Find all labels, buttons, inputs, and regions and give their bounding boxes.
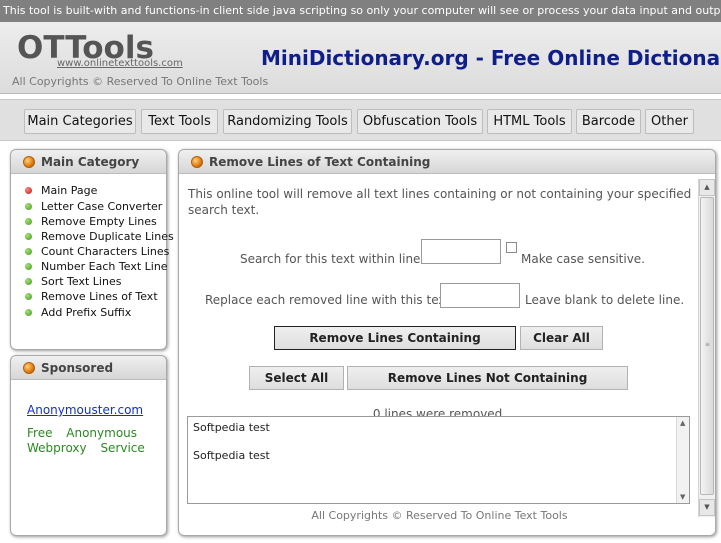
orange-orb-icon: [191, 156, 203, 168]
green-dot-icon: [25, 217, 32, 225]
sponsored-title: Sponsored: [41, 361, 114, 375]
grip-icon: ≡: [705, 341, 711, 348]
header-copyright: All Copyrights © Reserved To Online Text…: [12, 75, 269, 88]
nav-obfuscation-tools[interactable]: Obfuscation Tools: [357, 109, 483, 134]
replace-input[interactable]: [440, 283, 520, 308]
scroll-down-arrow-icon[interactable]: ▼: [680, 493, 685, 501]
sponsored-panel: Sponsored Anonymouster.com Free Anonymou…: [10, 355, 167, 536]
search-label: Search for this text within lines: [240, 252, 427, 266]
main-category-panel: Main Category Main Page Letter Case Conv…: [10, 149, 174, 350]
js-notice-bar: This tool is built-with and functions-in…: [0, 0, 721, 22]
tool-title: Remove Lines of Text Containing: [209, 155, 431, 169]
nav-other[interactable]: Other: [645, 109, 694, 134]
text-line: Softpedia test: [193, 421, 270, 434]
green-dot-icon: [25, 262, 32, 270]
remove-lines-containing-button[interactable]: Remove Lines Containing: [274, 326, 516, 350]
page-scroll-thumb[interactable]: ≡: [700, 197, 714, 495]
nav-html-tools[interactable]: HTML Tools: [487, 109, 572, 134]
sponsored-text[interactable]: Free Anonymous Webproxy Service: [27, 426, 147, 456]
sidebar-item-add-prefix[interactable]: Add Prefix Suffix: [25, 306, 131, 320]
site-title-link[interactable]: MiniDictionary.org - Free Online Diction…: [261, 46, 721, 70]
sidebar-item-main-page[interactable]: Main Page: [25, 184, 97, 198]
sponsored-link[interactable]: Anonymouster.com: [27, 403, 143, 417]
scroll-up-arrow-icon[interactable]: ▲: [680, 419, 685, 427]
green-dot-icon: [25, 292, 32, 300]
case-sensitive-label: Make case sensitive.: [521, 252, 645, 266]
green-dot-icon: [25, 202, 32, 210]
main-navbar: Main Categories Text Tools Randomizing T…: [0, 99, 721, 141]
site-header: OTTools www.onlinetexttools.com All Copy…: [0, 22, 721, 94]
tool-intro: This online tool will remove all text li…: [188, 187, 692, 217]
page-scroll-up-icon[interactable]: ▲: [699, 179, 715, 196]
select-all-button[interactable]: Select All: [249, 366, 344, 390]
nav-barcode[interactable]: Barcode: [576, 109, 641, 134]
replace-label: Replace each removed line with this text: [205, 293, 451, 307]
page-scrollbar[interactable]: ▲ ≡ ▼: [698, 179, 715, 517]
orange-orb-icon: [23, 156, 35, 168]
tool-footer-copyright: All Copyrights © Reserved To Online Text…: [311, 509, 568, 522]
text-input-area[interactable]: Softpedia test Softpedia test ▲ ▼: [187, 416, 690, 504]
clear-all-button[interactable]: Clear All: [520, 326, 603, 350]
green-dot-icon: [25, 308, 32, 316]
tool-header: Remove Lines of Text Containing: [179, 150, 715, 174]
nav-main-categories[interactable]: Main Categories: [24, 109, 136, 134]
text-line: Softpedia test: [193, 449, 270, 462]
sidebar-item-remove-empty[interactable]: Remove Empty Lines: [25, 215, 157, 229]
remove-lines-not-containing-button[interactable]: Remove Lines Not Containing: [347, 366, 628, 390]
tool-panel: Remove Lines of Text Containing This onl…: [178, 149, 716, 536]
sidebar-item-count-characters[interactable]: Count Characters Lines: [25, 245, 169, 259]
sidebar-item-letter-case[interactable]: Letter Case Converter: [25, 200, 162, 214]
search-input[interactable]: [421, 239, 501, 264]
logo-url-link[interactable]: www.onlinetexttools.com: [57, 58, 183, 69]
main-category-header: Main Category: [11, 150, 166, 174]
nav-text-tools[interactable]: Text Tools: [141, 109, 218, 134]
sidebar-item-sort-lines[interactable]: Sort Text Lines: [25, 275, 121, 289]
nav-randomizing-tools[interactable]: Randomizing Tools: [223, 109, 352, 134]
orange-orb-icon: [23, 362, 35, 374]
blank-hint-label: Leave blank to delete line.: [525, 293, 685, 307]
main-category-title: Main Category: [41, 155, 140, 169]
case-sensitive-checkbox[interactable]: [506, 242, 517, 253]
textarea-scrollbar[interactable]: ▲ ▼: [676, 417, 689, 503]
sidebar-item-number-lines[interactable]: Number Each Text Line: [25, 260, 168, 274]
sidebar-item-remove-lines[interactable]: Remove Lines of Text: [25, 290, 158, 304]
red-dot-icon: [25, 186, 32, 194]
sidebar-item-remove-duplicate[interactable]: Remove Duplicate Lines: [25, 230, 174, 244]
sponsored-header: Sponsored: [11, 356, 166, 380]
green-dot-icon: [25, 277, 32, 285]
page-scroll-down-icon[interactable]: ▼: [699, 499, 715, 516]
green-dot-icon: [25, 232, 32, 240]
green-dot-icon: [25, 247, 32, 255]
